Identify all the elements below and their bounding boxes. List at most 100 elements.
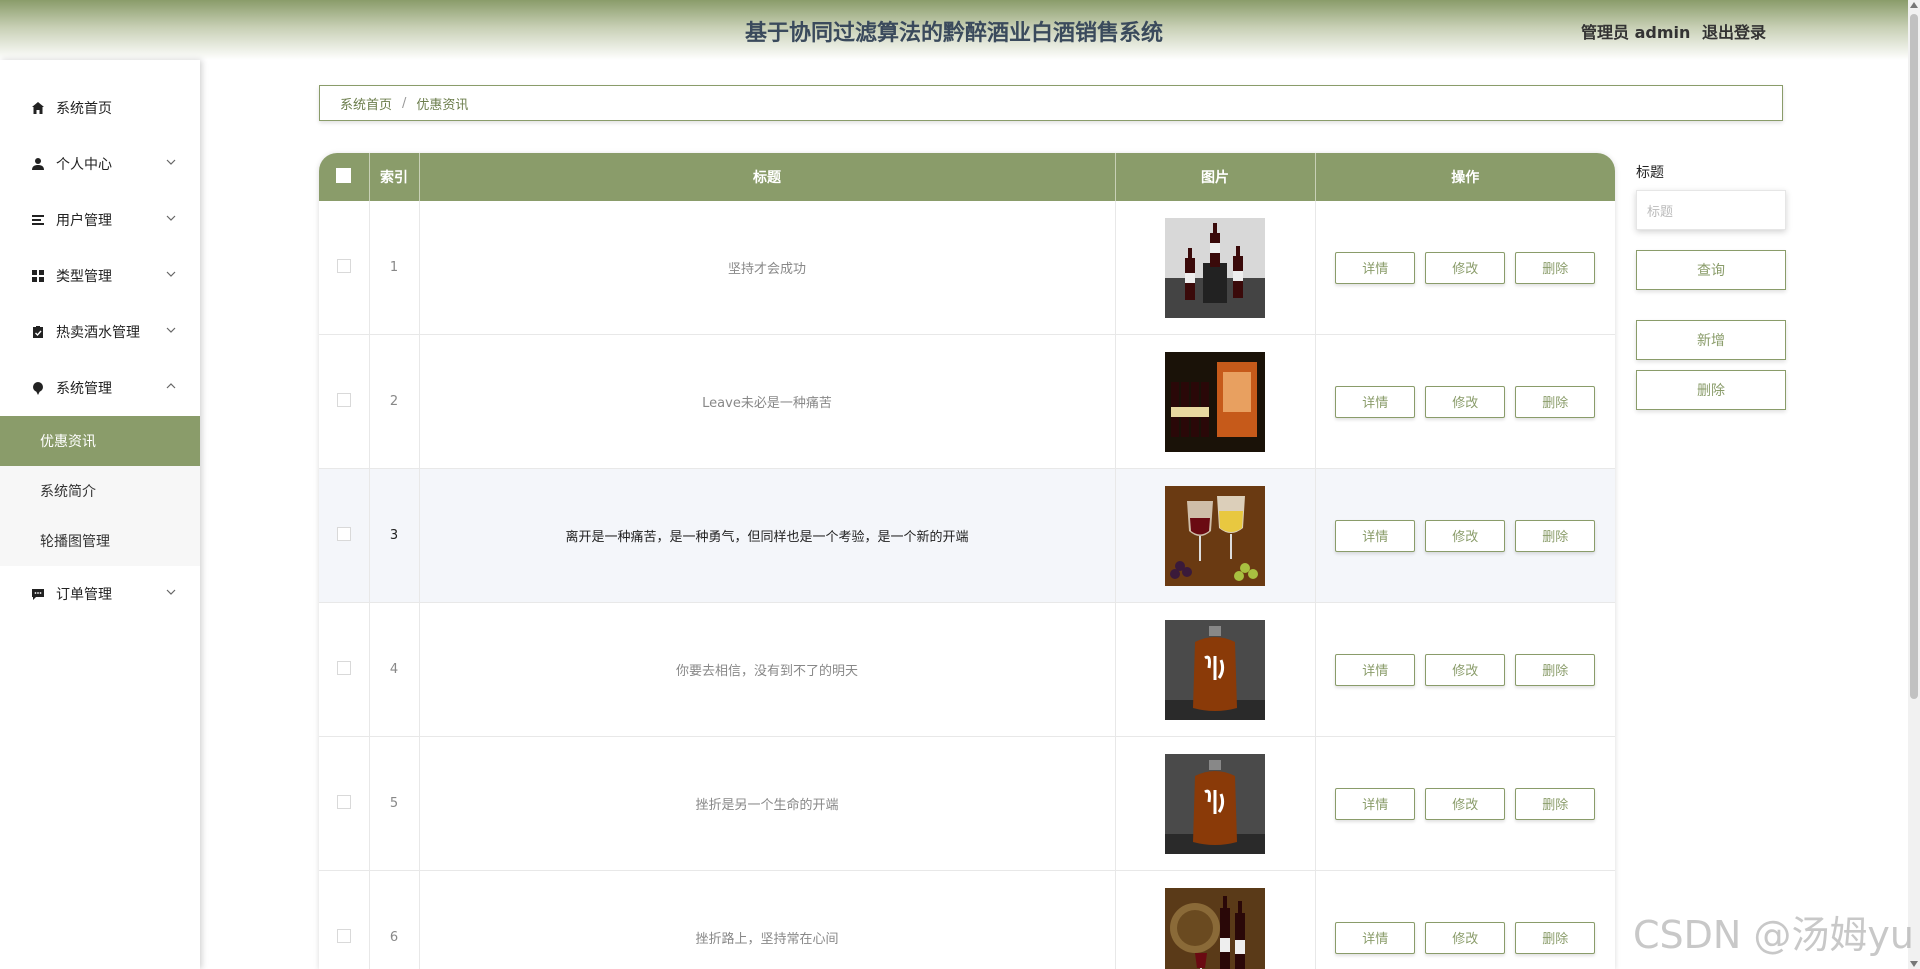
edit-button[interactable]: 修改 [1425,653,1506,686]
pin-icon [30,380,46,396]
system-submenu: 优惠资讯 系统简介 轮播图管理 [0,416,200,566]
table-row: 1 坚持才会成功 详情 修改 删除 [319,201,1615,335]
table-row: 4 你要去相信，没有到不了的明天 详情 修改 删除 [319,602,1615,737]
delete-button[interactable]: 删除 [1515,787,1596,820]
row-index: 5 [369,736,420,871]
delete-button[interactable]: 删除 [1515,519,1596,552]
column-header-title: 标题 [419,153,1116,201]
scroll-down-arrow-icon[interactable] [1910,961,1918,967]
chat-icon [30,586,46,602]
sidebar-item-label: 热卖酒水管理 [56,325,140,341]
breadcrumb-separator: / [402,95,407,111]
add-button[interactable]: 新增 [1636,320,1786,360]
grid-icon [30,268,46,284]
user-icon [30,156,46,172]
table-header-row: 索引 标题 图片 操作 [319,153,1615,201]
row-title: 离开是一种痛苦，是一种勇气，但同样也是一个考验，是一个新的开端 [419,468,1116,603]
edit-button[interactable]: 修改 [1425,921,1506,954]
sidebar-item-users[interactable]: 用户管理 [0,192,200,248]
user-area: 管理员 admin 退出登录 [1575,19,1766,43]
wine-cellar-image [1165,887,1265,969]
sidebar-item-home[interactable]: 系统首页 [0,80,200,136]
detail-button[interactable]: 详情 [1335,251,1416,284]
row-index: 1 [369,201,420,335]
detail-button[interactable]: 详情 [1335,787,1416,820]
detail-button[interactable]: 详情 [1335,653,1416,686]
watermark: CSDN @汤姆yu [1633,913,1914,957]
wine-box-image [1165,351,1265,452]
chevron-up-icon [166,383,176,389]
select-all-checkbox[interactable] [336,167,352,183]
row-checkbox[interactable] [336,392,351,407]
column-header-actions: 操作 [1451,170,1480,186]
scroll-thumb[interactable] [1910,14,1918,699]
chevron-down-icon [166,159,176,165]
liquor-jar-image [1165,619,1265,720]
sidebar-item-orders[interactable]: 订单管理 [0,566,200,622]
home-icon [30,100,46,116]
scroll-up-arrow-icon[interactable] [1910,2,1918,8]
column-header-image: 图片 [1115,153,1316,201]
edit-button[interactable]: 修改 [1425,385,1506,418]
chevron-down-icon [166,327,176,333]
row-title: 你要去相信，没有到不了的明天 [419,602,1116,737]
wine-glasses-image [1165,485,1265,586]
sidebar-item-label: 类型管理 [56,269,112,285]
sidebar-item-hot-drinks[interactable]: 热卖酒水管理 [0,304,200,360]
row-checkbox[interactable] [336,660,351,675]
detail-button[interactable]: 详情 [1335,385,1416,418]
delete-button[interactable]: 删除 [1515,385,1596,418]
submenu-item-intro[interactable]: 系统简介 [0,466,200,516]
title-search-input[interactable]: 标题 [1636,190,1786,230]
table-row: 6 挫折路上，坚持常在心间 详情 修改 删除 [319,870,1615,969]
batch-delete-button[interactable]: 删除 [1636,370,1786,410]
column-header-index: 索引 [369,153,420,201]
sidebar-item-personal[interactable]: 个人中心 [0,136,200,192]
row-index: 2 [369,334,420,469]
row-title: 坚持才会成功 [419,201,1116,335]
wine-bottles-image [1165,217,1265,318]
submenu-item-carousel[interactable]: 轮播图管理 [0,516,200,566]
delete-button[interactable]: 删除 [1515,921,1596,954]
breadcrumb: 系统首页 / 优惠资讯 [319,85,1783,121]
detail-button[interactable]: 详情 [1335,519,1416,552]
query-button[interactable]: 查询 [1636,250,1786,290]
delete-button[interactable]: 删除 [1515,251,1596,284]
edit-button[interactable]: 修改 [1425,251,1506,284]
row-checkbox[interactable] [336,258,351,273]
sidebar-item-label: 用户管理 [56,213,112,229]
row-title: 挫折是另一个生命的开端 [419,736,1116,871]
top-header: 基于协同过滤算法的黔醉酒业白酒销售系统 管理员 admin 退出登录 [0,0,1908,60]
sidebar-item-label: 系统管理 [56,381,112,397]
row-index: 3 [369,468,420,603]
delete-button[interactable]: 删除 [1515,653,1596,686]
chevron-down-icon [166,215,176,221]
table-row: 2 Leave未必是一种痛苦 详情 修改 删除 [319,334,1615,469]
sidebar-item-system[interactable]: 系统管理 [0,360,200,416]
row-checkbox[interactable] [336,928,351,943]
edit-button[interactable]: 修改 [1425,787,1506,820]
data-table: 索引 标题 图片 操作 1 坚持才会成功 详情 修改 删除 2 Leave未必是… [319,153,1615,969]
row-index: 6 [369,870,420,969]
sidebar-item-label: 订单管理 [56,587,112,603]
user-label: 管理员 admin [1581,23,1691,42]
clipboard-icon [30,324,46,340]
row-index: 4 [369,602,420,737]
sidebar-item-types[interactable]: 类型管理 [0,248,200,304]
select-all-cell [319,153,370,201]
row-title: Leave未必是一种痛苦 [419,334,1116,469]
search-panel: 标题 标题 查询 新增 删除 [1636,162,1786,410]
submenu-item-promotions[interactable]: 优惠资讯 [0,416,200,466]
table-row: 5 挫折是另一个生命的开端 详情 修改 删除 [319,736,1615,871]
table-row: 3 离开是一种痛苦，是一种勇气，但同样也是一个考验，是一个新的开端 详情 修改 … [319,468,1615,603]
breadcrumb-home-link[interactable]: 系统首页 [340,94,392,113]
row-checkbox[interactable] [336,794,351,809]
search-title-label: 标题 [1636,165,1664,181]
sidebar-item-label: 系统首页 [56,101,112,117]
detail-button[interactable]: 详情 [1335,921,1416,954]
page-scrollbar[interactable] [1908,0,1920,969]
logout-button[interactable]: 退出登录 [1702,23,1766,42]
edit-button[interactable]: 修改 [1425,519,1506,552]
liquor-jar-image [1165,753,1265,854]
row-checkbox[interactable] [336,526,351,541]
